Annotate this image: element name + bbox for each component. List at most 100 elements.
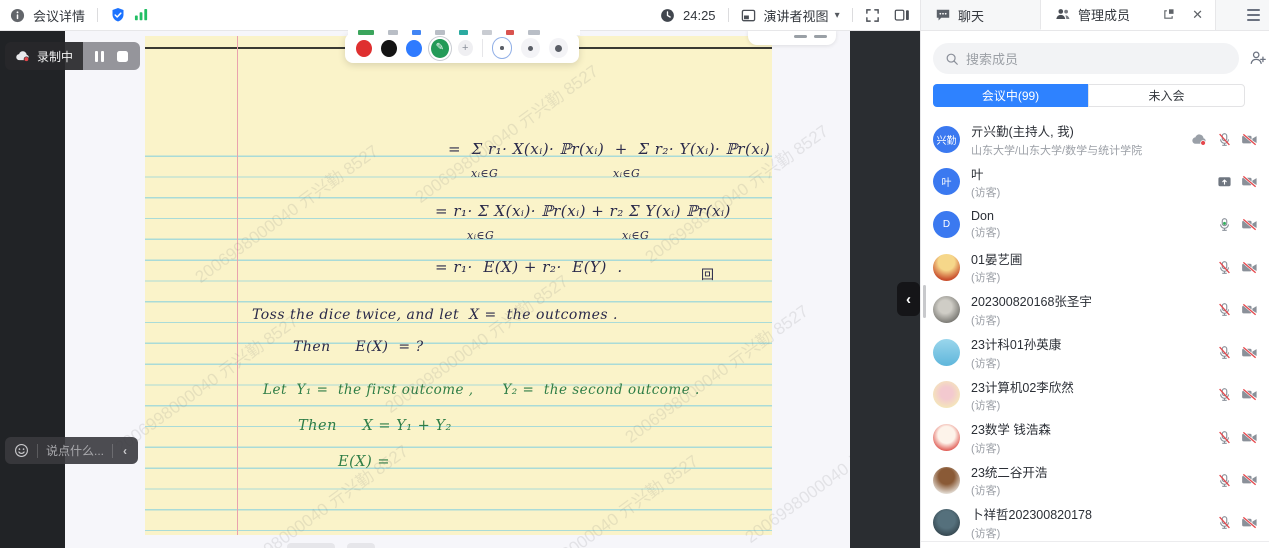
mic-status-icon[interactable] xyxy=(1217,430,1232,445)
divider xyxy=(852,8,853,22)
search-input[interactable]: 搜索成员 xyxy=(933,43,1239,74)
pause-recording-button[interactable] xyxy=(95,51,104,62)
avatar xyxy=(933,381,960,408)
pen-size-large-button[interactable] xyxy=(549,38,568,58)
collapse-panel-button[interactable]: ‹ xyxy=(897,282,920,316)
view-mode-dropdown[interactable]: 演讲者视图 xyxy=(764,6,829,25)
camera-off-icon[interactable] xyxy=(1241,345,1258,360)
security-shield-icon[interactable] xyxy=(110,7,126,23)
mic-status-icon[interactable] xyxy=(1217,473,1232,488)
pen-size-medium-button[interactable] xyxy=(521,38,540,58)
member-name: 202300820168张圣宇 xyxy=(971,291,1217,310)
avatar xyxy=(933,296,960,323)
meeting-details-button[interactable]: 会议详情 xyxy=(33,6,85,25)
member-row[interactable]: 叶 叶 (访客) xyxy=(921,161,1269,204)
partial-bottom-button xyxy=(347,543,375,548)
math-formula-1-limit-2: xᵢ∈G xyxy=(613,167,640,180)
camera-off-icon[interactable] xyxy=(1241,515,1258,530)
clock-icon xyxy=(660,8,675,23)
collapse-chat-icon[interactable]: ‹ xyxy=(121,444,129,458)
member-row[interactable]: 23统二谷开浩 (访客) xyxy=(921,459,1269,502)
partial-bottom-button xyxy=(287,543,335,548)
fullscreen-icon[interactable] xyxy=(865,8,880,23)
color-green-button-selected[interactable]: ✎ xyxy=(431,39,449,58)
mic-status-icon[interactable] xyxy=(1217,387,1232,402)
search-placeholder: 搜索成员 xyxy=(966,49,1018,68)
quick-chat-input[interactable]: 说点什么... xyxy=(46,442,104,459)
members-tab-label: 管理成员 xyxy=(1078,5,1130,24)
tab-not-joined[interactable]: 未入会 xyxy=(1088,84,1245,107)
avatar: D xyxy=(933,211,960,238)
add-color-button[interactable]: + xyxy=(458,40,473,56)
tab-manage-members[interactable]: 管理成员 ✕ xyxy=(1040,0,1215,30)
emoji-icon[interactable] xyxy=(14,443,29,458)
info-icon[interactable] xyxy=(10,8,25,23)
color-red-button[interactable] xyxy=(356,40,372,57)
member-subtitle: (访客) xyxy=(971,224,1217,240)
menu-icon[interactable] xyxy=(1247,9,1260,21)
scrollbar-thumb[interactable] xyxy=(923,285,926,318)
chevron-left-icon: ‹ xyxy=(906,291,911,308)
mic-status-icon[interactable] xyxy=(1217,174,1232,189)
mic-status-icon[interactable] xyxy=(1217,260,1232,275)
mic-status-icon[interactable] xyxy=(1217,345,1232,360)
side-by-side-icon[interactable] xyxy=(894,8,910,22)
member-subtitle: (访客) xyxy=(971,269,1217,285)
member-row[interactable]: 23数学 钱浩森 (访客) xyxy=(921,416,1269,459)
camera-off-icon[interactable] xyxy=(1241,387,1258,402)
divider xyxy=(37,444,38,458)
color-black-button[interactable] xyxy=(381,40,397,57)
member-name: 亓兴勤(主持人, 我) xyxy=(971,121,1191,140)
tab-in-meeting[interactable]: 会议中(99) xyxy=(933,84,1088,107)
member-subtitle: (访客) xyxy=(971,525,1217,541)
member-row[interactable]: 兴勤 亓兴勤(主持人, 我) 山东大学/山东大学/数学与统计学院 xyxy=(921,118,1269,161)
pen-size-small-button[interactable] xyxy=(492,37,513,59)
member-row[interactable]: 202300820168张圣宇 (访客) xyxy=(921,288,1269,331)
member-name: 23数学 钱浩森 xyxy=(971,419,1217,438)
member-row[interactable]: 01晏艺圃 (访客) xyxy=(921,246,1269,289)
redo-icon[interactable] xyxy=(814,35,827,38)
popout-icon[interactable] xyxy=(1162,8,1175,21)
member-row[interactable]: 卜祥哲202300820178 (访客) xyxy=(921,501,1269,544)
notepad-paper: = Σ r₁· X(xᵢ)· ℙr(xᵢ) + Σ r₂· Y(xᵢ)· ℙr(… xyxy=(145,36,772,535)
member-subtitle: 山东大学/山东大学/数学与统计学院 xyxy=(971,142,1191,158)
member-row[interactable]: 23计科01孙英康 (访客) xyxy=(921,331,1269,374)
camera-off-icon[interactable] xyxy=(1241,260,1258,275)
camera-off-icon[interactable] xyxy=(1241,132,1258,147)
member-name: 23计算机02李欣然 xyxy=(971,377,1217,396)
chat-bubble-icon xyxy=(935,8,951,22)
close-icon[interactable]: ✕ xyxy=(1192,7,1203,23)
recording-label: 录制中 xyxy=(37,48,73,65)
camera-off-icon[interactable] xyxy=(1241,174,1258,189)
camera-off-icon[interactable] xyxy=(1241,430,1258,445)
partial-undo-redo-box xyxy=(748,30,836,45)
notes-green-1: Let Y₁ = the first outcome , Y₂ = the se… xyxy=(263,382,700,398)
avatar-initials: 兴勤 xyxy=(937,132,957,147)
stop-recording-button[interactable] xyxy=(117,51,128,62)
member-row[interactable]: D Don (访客) xyxy=(921,203,1269,246)
member-row[interactable]: 23计算机02李欣然 (访客) xyxy=(921,374,1269,417)
undo-icon[interactable] xyxy=(794,35,807,38)
math-formula-2-limit-2: xᵢ∈G xyxy=(622,229,649,242)
avatar xyxy=(933,509,960,536)
tab-chat[interactable]: 聊天 xyxy=(920,0,1040,30)
mic-status-icon[interactable] xyxy=(1217,217,1232,232)
camera-off-icon[interactable] xyxy=(1241,302,1258,317)
chevron-down-icon[interactable]: ▾ xyxy=(835,10,840,21)
color-blue-button[interactable] xyxy=(406,40,422,57)
mic-status-icon[interactable] xyxy=(1217,132,1232,147)
member-subtitle: (访客) xyxy=(971,397,1217,413)
camera-off-icon[interactable] xyxy=(1241,217,1258,232)
notes-green-3: E(X) = xyxy=(338,454,390,470)
panel-footer xyxy=(921,541,1269,548)
avatar: 兴勤 xyxy=(933,126,960,153)
camera-off-icon[interactable] xyxy=(1241,472,1258,487)
add-member-icon[interactable] xyxy=(1249,49,1267,67)
mic-status-icon[interactable] xyxy=(1217,515,1232,530)
annotation-toolbar: ✎ + xyxy=(345,33,579,63)
members-panel: 搜索成员 会议中(99) 未入会 兴勤 亓兴勤(主持人, 我) 山东大学/山东大… xyxy=(920,30,1269,548)
network-signal-icon[interactable] xyxy=(134,8,149,21)
cloud-recording-icon xyxy=(15,49,31,63)
member-name: 23计科01孙英康 xyxy=(971,334,1217,353)
mic-status-icon[interactable] xyxy=(1217,302,1232,317)
